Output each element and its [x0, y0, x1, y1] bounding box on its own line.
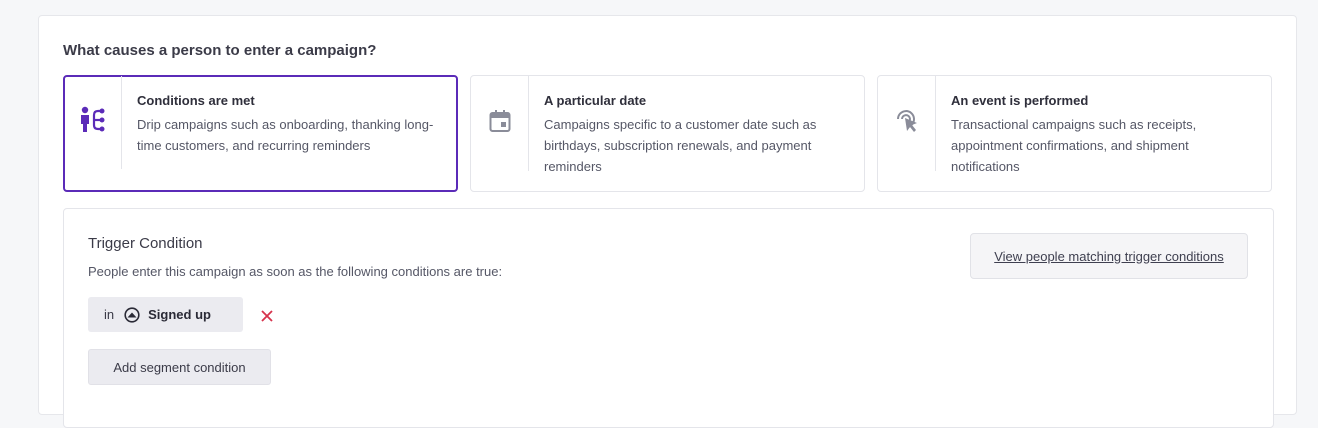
calendar-icon: [489, 110, 511, 137]
card-icon-column: [64, 76, 122, 169]
card-icon-column: [878, 76, 936, 171]
card-conditions-met[interactable]: Conditions are met Drip campaigns such a…: [63, 75, 458, 192]
trigger-condition-section: Trigger Condition People enter this camp…: [63, 208, 1274, 428]
card-title: An event is performed: [951, 93, 1089, 108]
card-description: Transactional campaigns such as receipts…: [951, 117, 1197, 174]
remove-condition-icon[interactable]: [260, 309, 274, 323]
card-particular-date[interactable]: A particular date Campaigns specific to …: [470, 75, 865, 192]
segment-icon: [124, 306, 140, 323]
card-event-performed[interactable]: An event is performed Transactional camp…: [877, 75, 1272, 192]
condition-prefix: in: [104, 307, 115, 322]
card-description: Drip campaigns such as onboarding, thank…: [137, 117, 434, 153]
trigger-title: Trigger Condition: [88, 235, 203, 252]
question-heading: What causes a person to enter a campaign…: [63, 42, 377, 59]
view-matching-people-button[interactable]: View people matching trigger conditions: [970, 233, 1248, 279]
card-title: A particular date: [544, 93, 647, 108]
card-title: Conditions are met: [137, 93, 255, 108]
segment-name: Signed up: [148, 307, 211, 322]
person-branch-icon: [80, 106, 106, 139]
cursor-click-icon: [894, 108, 920, 139]
segment-condition-chip[interactable]: in Signed up: [88, 297, 243, 332]
card-description: Campaigns specific to a customer date su…: [544, 117, 817, 174]
trigger-subtitle: People enter this campaign as soon as th…: [88, 264, 503, 279]
add-segment-condition-button[interactable]: Add segment condition: [88, 349, 271, 385]
campaign-trigger-panel: What causes a person to enter a campaign…: [38, 15, 1297, 428]
card-icon-column: [471, 76, 529, 171]
